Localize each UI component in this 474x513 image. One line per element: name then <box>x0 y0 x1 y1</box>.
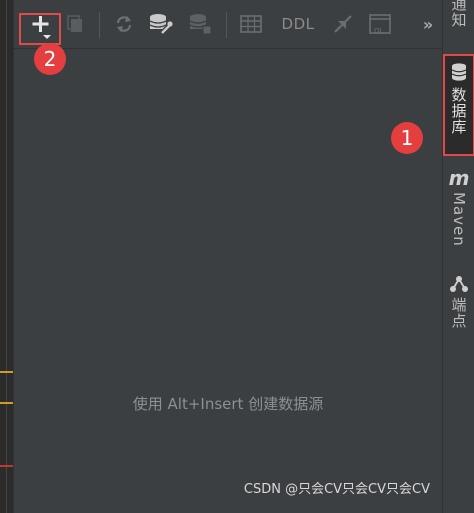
gutter-marker-warning <box>0 371 13 373</box>
tab-notifications-label: 通知 <box>449 0 468 28</box>
maven-icon: m <box>448 166 470 190</box>
watermark: CSDN @只会CV只会CV只会CV <box>243 482 430 497</box>
jump-to-source-button[interactable] <box>329 10 357 38</box>
chevron-right-double-icon: » <box>422 14 434 34</box>
copy-icon <box>67 15 82 32</box>
jump-to-source-icon <box>334 15 352 33</box>
toolbar-separator <box>226 12 227 38</box>
ddl-label: DDL <box>281 15 315 33</box>
database-tab-highlight <box>443 54 474 156</box>
gutter-marker-error <box>0 465 13 467</box>
endpoints-icon <box>450 276 468 292</box>
tab-maven[interactable]: m Maven <box>443 168 474 258</box>
right-tool-window-bar: 通知 数据库 m Maven 端点 <box>442 0 474 513</box>
annotation-badge-2: 2 <box>34 43 66 75</box>
tab-endpoints-label: 端点 <box>449 297 468 329</box>
duplicate-button[interactable] <box>61 10 89 38</box>
refresh-button[interactable] <box>110 10 138 38</box>
annotation-badge-1: 1 <box>391 122 423 154</box>
table-icon <box>240 15 262 33</box>
editor-gutter <box>0 0 14 513</box>
datasource-stop-icon <box>189 14 212 35</box>
more-actions-button[interactable]: » <box>417 10 439 38</box>
tab-notifications[interactable]: 通知 <box>443 0 474 40</box>
add-button-highlight <box>19 13 61 45</box>
database-toolbar: DDL QL » <box>14 0 442 49</box>
database-tool-window: DDL QL » 2 使用 Alt+Insert 创建数据源 1 CSDN @只… <box>14 0 442 513</box>
tab-endpoints[interactable]: 端点 <box>443 275 474 345</box>
datasource-stop-button[interactable] <box>186 10 214 38</box>
datasource-properties-button[interactable] <box>147 10 175 38</box>
tab-maven-label: Maven <box>450 192 468 247</box>
refresh-icon <box>116 16 132 32</box>
console-icon-label: QL <box>374 27 384 35</box>
ddl-button[interactable]: DDL <box>276 10 320 38</box>
datasource-properties-icon <box>149 14 173 35</box>
toolbar-separator <box>99 12 100 38</box>
table-editor-button[interactable] <box>237 10 265 38</box>
gutter-line <box>6 0 7 513</box>
empty-state-hint: 使用 Alt+Insert 创建数据源 <box>132 395 324 413</box>
gutter-marker-warning <box>0 402 13 404</box>
